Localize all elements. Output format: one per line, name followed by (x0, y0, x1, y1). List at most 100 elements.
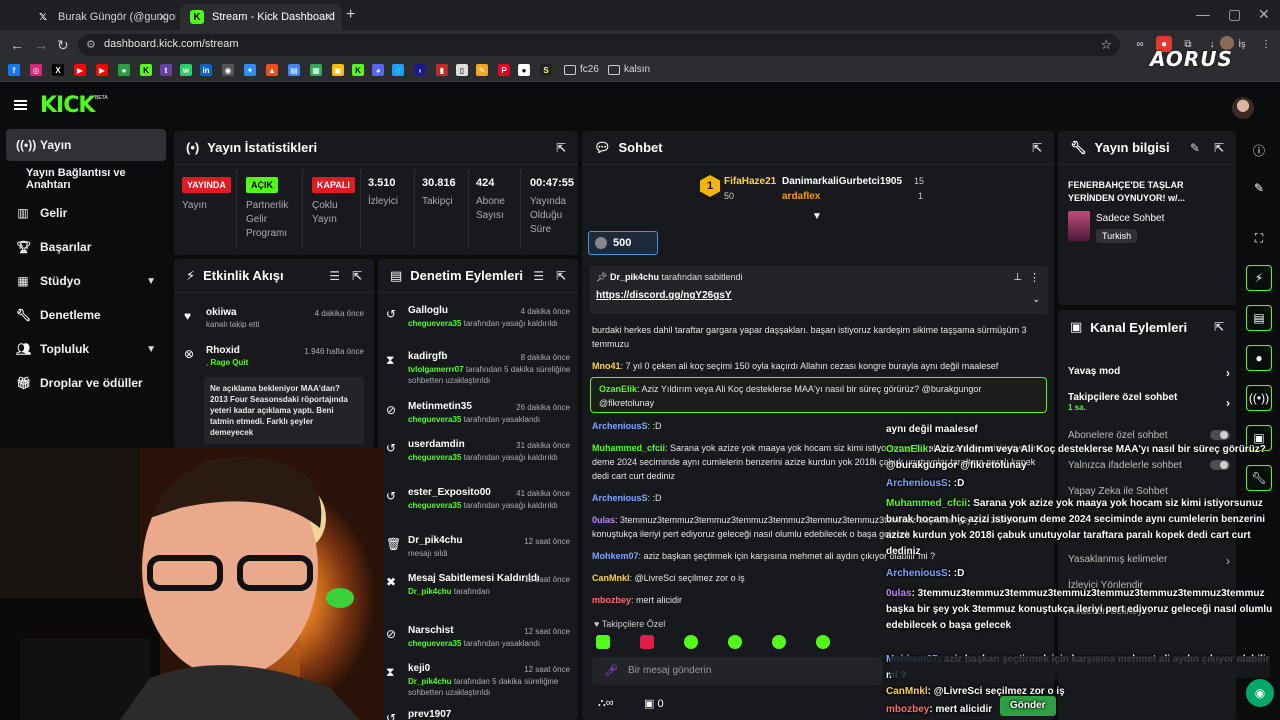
bookmark-icon[interactable]: ▣ (332, 64, 344, 76)
sidebar-item-basarilar[interactable]: 🏆︎ Başarılar (6, 231, 166, 263)
edit-icon[interactable]: ✎ (1246, 175, 1272, 201)
url-input[interactable]: ⚙ dashboard.kick.com/stream ☆ (78, 34, 1120, 56)
sidebar-item-droplar[interactable]: 🎁︎ Droplar ve ödüller (6, 367, 166, 399)
bookmark-icon[interactable]: ▤ (288, 64, 300, 76)
bookmark-star-icon[interactable]: ☆ (1100, 37, 1112, 53)
leaderboard-user-2[interactable]: DanimarkaliGurbetci1905 (782, 176, 902, 187)
pinterest-icon[interactable]: P (498, 64, 510, 76)
kicks-counter[interactable]: 500 (588, 231, 658, 255)
back-icon[interactable]: ← (10, 37, 24, 53)
filter-icon[interactable]: ☰ (329, 269, 340, 283)
bookmark-icon[interactable]: ▮ (436, 64, 448, 76)
emote-icon[interactable] (728, 635, 742, 649)
youtube-icon[interactable]: ▶ (74, 64, 86, 76)
minimize-icon[interactable]: — (1196, 6, 1210, 22)
moderator-name[interactable]: Dr_pik4chu (408, 587, 452, 596)
extension-icon[interactable]: ∞ (1132, 36, 1148, 52)
chat-username[interactable]: 0ulas (592, 515, 615, 525)
popout-icon[interactable]: ⇱ (1032, 141, 1042, 155)
instagram-icon[interactable]: ◎ (30, 64, 42, 76)
chat-username[interactable]: Mno41 (592, 361, 621, 371)
window-close-icon[interactable]: ✕ (1258, 6, 1270, 23)
chat-bubble-icon[interactable]: ● (1246, 345, 1272, 371)
twitch-icon[interactable]: t (160, 64, 172, 76)
whatsapp-icon[interactable]: w (180, 64, 192, 76)
bookmark-icon[interactable]: ◌ (392, 64, 404, 76)
popout-icon[interactable]: ⇱ (556, 269, 566, 283)
tab-twitter[interactable]: 𝕏 Burak Güngör (@gungorburak) ✕ (26, 4, 176, 30)
filter-icon[interactable]: ☰ (533, 269, 544, 283)
popout-icon[interactable]: ⇱ (352, 269, 362, 283)
bookmark-icon[interactable]: › (414, 64, 426, 76)
chevron-down-icon[interactable]: ⌄ (1032, 294, 1040, 305)
facebook-icon[interactable]: f (8, 64, 20, 76)
kick-icon[interactable]: K (352, 64, 364, 76)
emote-icon[interactable] (684, 635, 698, 649)
x-icon[interactable]: X (52, 64, 64, 76)
moderator-name[interactable]: Dr_pik4chu (408, 677, 452, 686)
close-icon[interactable]: ✕ (324, 10, 334, 24)
tab-kick-dashboard[interactable]: K Stream - Kick Dashboard ✕ (180, 4, 342, 30)
bookmark-icon[interactable]: S (540, 64, 552, 76)
kick-logo[interactable]: KICK (40, 93, 95, 118)
gift-counter[interactable]: ▣ 0 (644, 697, 664, 710)
bookmark-folder[interactable]: fc26 (564, 64, 599, 75)
forward-icon[interactable]: → (34, 37, 48, 53)
chat-username[interactable]: mbozbey (592, 595, 631, 605)
broadcast-icon[interactable]: ((•)) (1246, 385, 1272, 411)
unpin-icon[interactable]: ⊥ (1013, 272, 1022, 283)
chat-username[interactable]: Mohkem07 (592, 551, 639, 561)
pinned-link[interactable]: https://discord.gg/ngY26gsY (596, 290, 732, 301)
chat-username[interactable]: OzanElik (599, 384, 637, 394)
linkedin-icon[interactable]: in (200, 64, 212, 76)
edit-icon[interactable]: ✎ (1190, 141, 1200, 155)
emote-icon[interactable] (640, 635, 654, 649)
bookmark-folder[interactable]: kalsın (608, 64, 650, 75)
community-icon[interactable]: ⛬∞ (598, 697, 614, 710)
send-button[interactable]: Gönder (1000, 696, 1056, 716)
more-options-icon[interactable]: ⋮ (1029, 271, 1040, 284)
popout-icon[interactable]: ⇱ (556, 141, 566, 155)
emote-icon[interactable] (596, 635, 610, 649)
reload-icon[interactable]: ↻ (57, 37, 69, 54)
sidebar-item-gelir[interactable]: ▥ Gelir (6, 197, 166, 229)
moderation-target[interactable]: prev1907 (408, 709, 578, 720)
slow-mode-row[interactable]: Yavaş mod › (1068, 366, 1230, 380)
bookmark-icon[interactable]: ◉ (222, 64, 234, 76)
close-icon[interactable]: ✕ (158, 10, 168, 24)
moderator-name[interactable]: cheguevera35 (408, 415, 461, 424)
chat-username[interactable]: Muhammed_cfcii (592, 443, 665, 453)
moderator-name[interactable]: cheguevera35 (408, 453, 461, 462)
moderator-name[interactable]: cheguevera35 (408, 639, 461, 648)
category-name[interactable]: Sadece Sohbet (1096, 213, 1164, 224)
maximize-icon[interactable]: ▢ (1228, 6, 1241, 23)
sidebar-item-studyo[interactable]: ▦ Stüdyo ▼ (6, 265, 166, 297)
sidebar-item-yayin[interactable]: ((•)) Yayın (6, 129, 166, 161)
moderator-name[interactable]: cheguevera35 (408, 319, 461, 328)
chat-input[interactable]: 🎤︎ Bir mesaj gönderin (592, 657, 882, 685)
sidebar-item-denetleme[interactable]: 🔧︎ Denetleme (6, 299, 166, 331)
bookmark-icon[interactable]: ● (518, 64, 530, 76)
moderator-name[interactable]: cheguevera35 (408, 501, 461, 510)
bookmark-icon[interactable]: ▲ (266, 64, 278, 76)
bookmark-icon[interactable]: ▯ (456, 64, 468, 76)
site-info-icon[interactable]: ⚙ (86, 38, 96, 51)
sidebar-item-stream-key[interactable]: Yayın Bağlantısı ve Anahtarı (6, 163, 166, 195)
emote-icon[interactable] (772, 635, 786, 649)
youtube-icon[interactable]: ▶ (96, 64, 108, 76)
chat-username[interactable]: ArcheniousS (592, 421, 648, 431)
popout-icon[interactable]: ⇱ (1214, 320, 1224, 334)
chat-username[interactable]: ArcheniousS (592, 493, 648, 503)
hamburger-menu-icon[interactable] (14, 100, 27, 110)
leaderboard-user-1[interactable]: FifaHaze21 (724, 176, 776, 187)
popout-icon[interactable]: ⇱ (1214, 141, 1224, 155)
clip-icon[interactable]: ⛶ (1246, 225, 1272, 251)
kick-icon[interactable]: K (140, 64, 152, 76)
new-tab-icon[interactable]: + (346, 6, 355, 24)
bookmark-icon[interactable]: ● (118, 64, 130, 76)
document-icon[interactable]: ▤ (1246, 305, 1272, 331)
sidebar-item-topluluk[interactable]: 👥︎ Topluluk ▼ (6, 333, 166, 365)
followers-chat-row[interactable]: Takipçilere özel sohbet 1 sa. › (1068, 392, 1230, 412)
discord-icon[interactable]: ◕ (372, 64, 384, 76)
mic-icon[interactable]: 🎤︎ (604, 664, 618, 677)
